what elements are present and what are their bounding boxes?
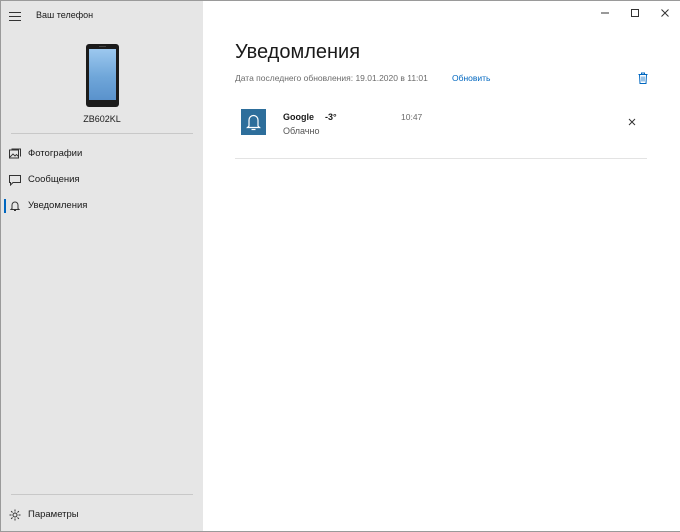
refresh-link[interactable]: Обновить — [452, 73, 491, 83]
maximize-button[interactable] — [622, 5, 648, 21]
notification-app-icon — [241, 109, 266, 135]
sidebar-divider — [11, 133, 193, 134]
close-icon — [661, 9, 669, 17]
sidebar-item-label: Фотографии — [28, 148, 83, 159]
trash-icon[interactable] — [637, 72, 649, 84]
minimize-icon — [601, 12, 609, 14]
app-window: Ваш телефон ZB602KL Фотографии Сообщения — [0, 0, 680, 532]
last-updated-text: Дата последнего обновления: 19.01.2020 в… — [235, 73, 428, 83]
page-title: Уведомления — [235, 41, 361, 63]
dismiss-notification-icon[interactable] — [627, 117, 637, 127]
bell-icon — [246, 114, 261, 131]
notification-title: -3° — [325, 112, 337, 122]
bell-icon — [9, 201, 21, 211]
maximize-icon — [631, 9, 639, 17]
app-title: Ваш телефон — [36, 10, 94, 20]
notification-app-name: Google — [283, 112, 314, 122]
device-name: ZB602KL — [83, 114, 121, 124]
sidebar-item-photos[interactable]: Фотографии — [1, 142, 203, 166]
sidebar-item-notifications[interactable]: Уведомления — [1, 194, 203, 218]
phone-image — [86, 44, 119, 107]
sidebar-item-messages[interactable]: Сообщения — [1, 168, 203, 192]
notification-time: 10:47 — [401, 112, 423, 122]
menu-icon[interactable] — [7, 8, 23, 24]
sidebar-item-settings[interactable]: Параметры — [1, 503, 203, 527]
photos-icon — [9, 148, 21, 159]
main-content: Уведомления Дата последнего обновления: … — [203, 1, 680, 531]
sidebar-item-label: Уведомления — [28, 200, 88, 211]
sidebar-item-label: Параметры — [28, 509, 79, 520]
close-button[interactable] — [652, 5, 678, 21]
notification-text: Облачно — [283, 126, 320, 136]
active-indicator — [4, 199, 6, 213]
gear-icon — [9, 509, 21, 521]
sidebar-item-label: Сообщения — [28, 174, 80, 185]
sidebar: Ваш телефон ZB602KL Фотографии Сообщения — [1, 1, 203, 531]
messages-icon — [9, 175, 21, 186]
minimize-button[interactable] — [592, 5, 618, 21]
sidebar-divider — [11, 494, 193, 495]
notification-item[interactable]: Google -3° 10:47 Облачно — [235, 105, 647, 159]
